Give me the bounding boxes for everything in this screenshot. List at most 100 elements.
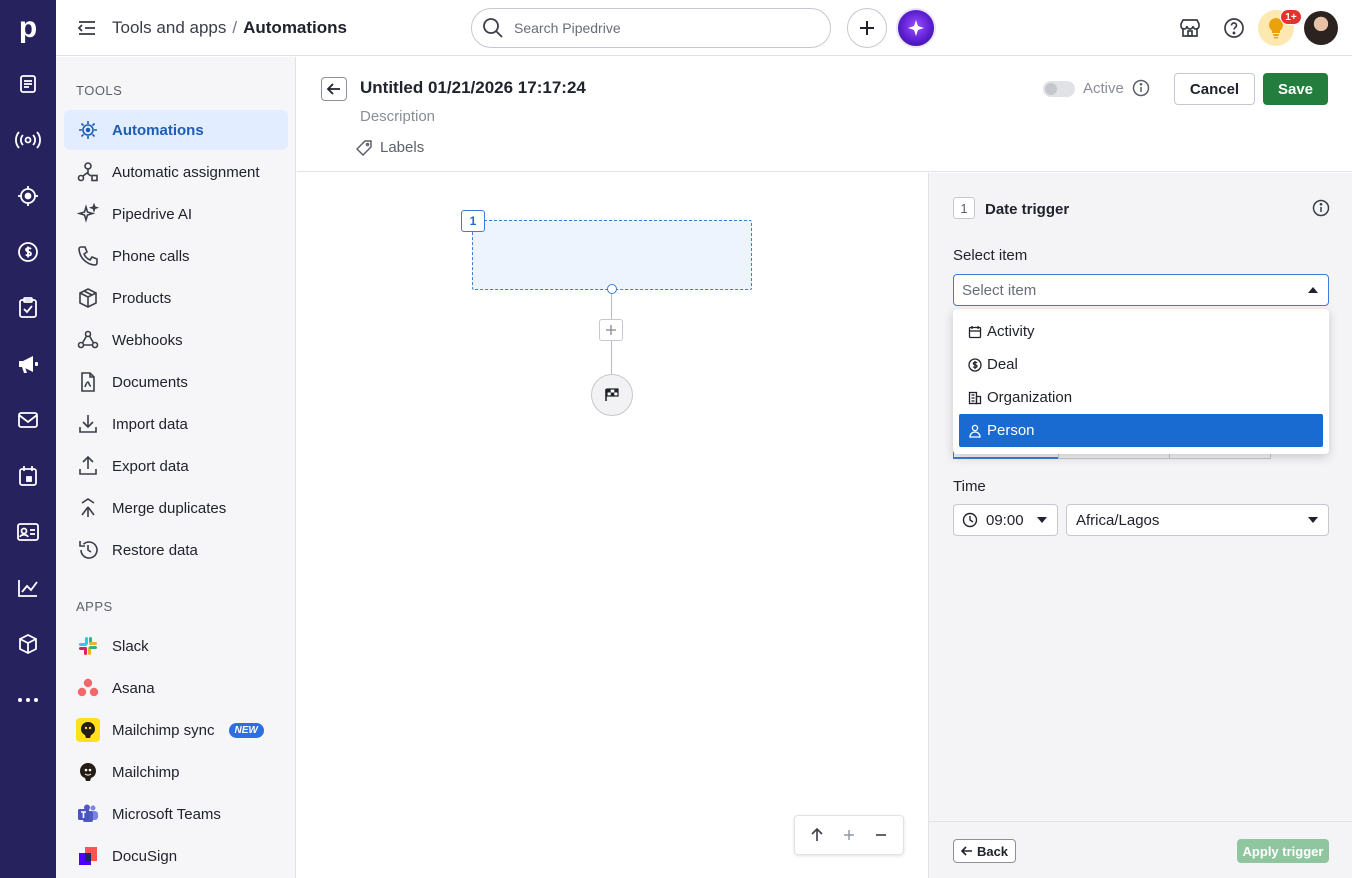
sidebar-item-label: Import data (112, 415, 188, 433)
quick-add-button[interactable] (847, 8, 887, 48)
back-label: Back (976, 843, 1009, 859)
connector-dot (607, 284, 617, 294)
arrow-left-icon (960, 846, 973, 856)
breadcrumb-current: Automations (243, 18, 347, 37)
info-icon[interactable] (1312, 199, 1330, 217)
mail-icon[interactable] (12, 404, 44, 436)
sidebar-item-asana[interactable]: Asana (64, 668, 288, 708)
sidebar-item-label: Documents (112, 373, 188, 391)
caret-up-icon (1308, 287, 1318, 293)
teams-icon (76, 802, 100, 826)
search-box[interactable] (471, 8, 831, 48)
sidebar-item-label: Automatic assignment (112, 163, 260, 181)
sidebar-item-mailchimp[interactable]: Mailchimp (64, 752, 288, 792)
active-toggle[interactable] (1043, 81, 1075, 97)
clock-icon (962, 512, 978, 528)
insights-chart-icon[interactable] (12, 572, 44, 604)
trigger-step-placeholder[interactable] (472, 220, 752, 290)
sidebar-item-documents[interactable]: Documents (64, 362, 288, 402)
breadcrumb-tools-and-apps[interactable]: Tools and apps (112, 18, 226, 37)
products-box-icon[interactable] (12, 628, 44, 660)
arrow-up-icon[interactable] (805, 823, 829, 847)
slack-icon (76, 634, 100, 658)
end-flag-node (591, 374, 633, 416)
info-icon[interactable] (1132, 79, 1150, 97)
contacts-card-icon[interactable] (12, 516, 44, 548)
apply-trigger-button[interactable]: Apply trigger (1237, 839, 1329, 863)
ai-assistant-button[interactable] (896, 8, 936, 48)
time-select[interactable]: 09:00 (953, 504, 1058, 536)
save-button[interactable]: Save (1263, 73, 1328, 105)
search-input[interactable] (514, 20, 814, 36)
option-label: Organization (987, 389, 1073, 406)
workflow-canvas[interactable]: 1 (297, 173, 928, 878)
sidebar-item-label: Products (112, 289, 172, 307)
sidebar-item-export-data[interactable]: Export data (64, 446, 288, 486)
option-deal[interactable]: Deal (959, 348, 1323, 381)
sidebar-item-automations[interactable]: Automations (64, 110, 288, 150)
export-icon (76, 454, 100, 478)
connector-line (611, 341, 612, 374)
sidebar-item-microsoft-teams[interactable]: Microsoft Teams (64, 794, 288, 834)
deals-dollar-icon[interactable] (12, 236, 44, 268)
panel-back-button[interactable]: Back (953, 839, 1016, 863)
sidebar-item-restore-data[interactable]: Restore data (64, 530, 288, 570)
restore-icon (76, 538, 100, 562)
megaphone-icon[interactable] (12, 348, 44, 380)
description-field[interactable]: Description (360, 108, 435, 125)
sidebar-item-label: DocuSign (112, 847, 178, 865)
labels-button[interactable]: Labels (356, 139, 424, 156)
more-icon[interactable] (12, 684, 44, 716)
box-icon (76, 286, 100, 310)
tag-icon (356, 139, 372, 156)
sidebar-item-label: Asana (112, 679, 155, 697)
merge-icon (76, 496, 100, 520)
sidebar-item-phone-calls[interactable]: Phone calls (64, 236, 288, 276)
timezone-value: Africa/Lagos (1076, 511, 1160, 529)
sidebar-item-slack[interactable]: Slack (64, 626, 288, 666)
panel-title: Date trigger (985, 201, 1070, 218)
caret-down-icon (1037, 517, 1047, 523)
help-icon[interactable] (1222, 16, 1246, 40)
option-activity[interactable]: Activity (959, 315, 1323, 348)
sidebar-item-pipedrive-ai[interactable]: Pipedrive AI (64, 194, 288, 234)
app-rail: p (0, 0, 56, 878)
collapse-menu-icon[interactable] (76, 18, 98, 38)
option-label: Activity (987, 323, 1035, 340)
sidebar-item-docusign[interactable]: DocuSign (64, 836, 288, 876)
zoom-in-plus-icon[interactable] (837, 823, 861, 847)
back-button[interactable] (321, 77, 347, 101)
timezone-select[interactable]: Africa/Lagos (1066, 504, 1329, 536)
marketplace-store-icon[interactable] (1178, 16, 1202, 40)
target-icon[interactable] (12, 180, 44, 212)
zoom-out-minus-icon[interactable] (869, 823, 893, 847)
select-item-placeholder: Select item (962, 281, 1037, 299)
cancel-button[interactable]: Cancel (1174, 73, 1255, 105)
select-item-dropdown[interactable]: Select item (953, 274, 1329, 306)
leads-icon[interactable] (12, 68, 44, 100)
sidebar-item-products[interactable]: Products (64, 278, 288, 318)
avatar[interactable] (1304, 11, 1338, 45)
active-label: Active (1083, 80, 1124, 97)
add-step-button[interactable] (599, 319, 623, 341)
calendar-icon[interactable] (12, 460, 44, 492)
sidebar-item-webhooks[interactable]: Webhooks (64, 320, 288, 360)
tools-heading: TOOLS (76, 83, 123, 98)
mailchimp-icon (76, 718, 100, 742)
notification-badge: 1+ (1280, 9, 1302, 25)
sidebar-item-merge-duplicates[interactable]: Merge duplicates (64, 488, 288, 528)
sidebar-item-automatic-assignment[interactable]: Automatic assignment (64, 152, 288, 192)
campaigns-radio-icon[interactable] (12, 124, 44, 156)
sidebar-item-mailchimp-sync[interactable]: Mailchimp sync NEW (64, 710, 288, 750)
option-person[interactable]: Person (959, 414, 1323, 447)
pipedrive-logo[interactable]: p (16, 12, 40, 44)
tasks-clipboard-icon[interactable] (12, 292, 44, 324)
automation-title[interactable]: Untitled 01/21/2026 17:17:24 (360, 78, 586, 98)
sidebar-item-label: Automations (112, 121, 204, 139)
option-organization[interactable]: Organization (959, 381, 1323, 414)
labels-text: Labels (380, 139, 425, 156)
sidebar-item-import-data[interactable]: Import data (64, 404, 288, 444)
sidebar-item-label: Webhooks (112, 331, 183, 349)
breadcrumb: Tools and apps / Automations (112, 18, 347, 38)
webhook-icon (76, 328, 100, 352)
